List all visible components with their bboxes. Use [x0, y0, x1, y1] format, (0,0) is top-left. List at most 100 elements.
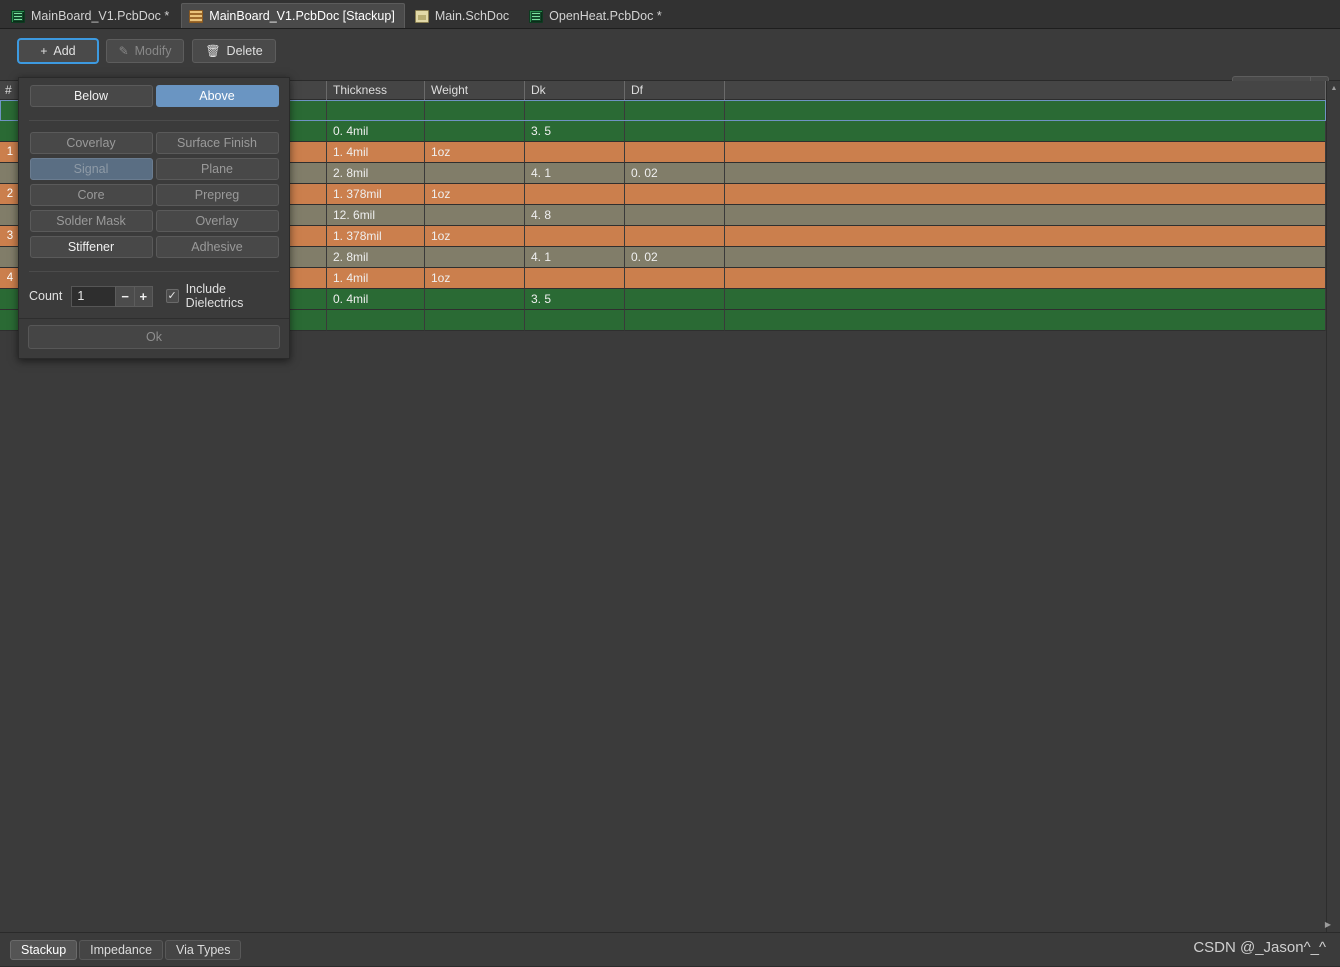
cell-thickness [327, 100, 425, 121]
layer-type-stiffener-button[interactable]: Stiffener [30, 236, 153, 258]
popup-layer-type-section: CoverlaySurface FinishSignalPlaneCorePre… [19, 125, 289, 265]
cell-thickness [327, 310, 425, 331]
cell-df [625, 310, 725, 331]
pcb-icon [529, 10, 543, 23]
cell-weight [425, 100, 525, 121]
add-button-label: Add [53, 44, 75, 58]
layer-type-adhesive-button[interactable]: Adhesive [156, 236, 279, 258]
cell-pad [725, 226, 1326, 247]
vertical-scrollbar[interactable]: ▲ [1326, 81, 1340, 932]
view-tab-stackup[interactable]: Stackup [10, 940, 77, 960]
column-header[interactable] [725, 81, 1326, 100]
cell-thickness: 0. 4mil [327, 289, 425, 310]
cell-weight: 1oz [425, 184, 525, 205]
layer-type-signal-button[interactable]: Signal [30, 158, 153, 180]
cell-dk [525, 310, 625, 331]
plus-icon: + [40, 45, 47, 57]
popup-count-row: Count − + ✓ Include Dielectrics [19, 276, 289, 318]
ok-button[interactable]: Ok [28, 325, 280, 349]
cell-pad [725, 121, 1326, 142]
count-increment-button[interactable]: + [134, 286, 153, 307]
pencil-icon: ✎ [119, 45, 129, 57]
include-dielectrics-label: Include Dielectrics [186, 282, 279, 310]
cell-df [625, 142, 725, 163]
column-header[interactable]: Weight [425, 81, 525, 100]
popup-position-section: Below Above [19, 78, 289, 114]
document-tab-label: OpenHeat.PcbDoc * [549, 9, 662, 23]
document-tab-label: MainBoard_V1.PcbDoc [Stackup] [209, 9, 395, 23]
add-layer-button[interactable]: + Add [18, 39, 98, 63]
column-header[interactable]: Thickness [327, 81, 425, 100]
cell-thickness: 1. 378mil [327, 184, 425, 205]
column-header[interactable]: Df [625, 81, 725, 100]
popup-ok-section: Ok [19, 318, 289, 358]
watermark-text: CSDN @_Jason^_^ [1193, 939, 1326, 956]
stackup-icon [189, 10, 203, 23]
layer-type-coverlay-button[interactable]: Coverlay [30, 132, 153, 154]
view-tab-group: StackupImpedanceVia Types [10, 940, 241, 960]
add-layer-popup: Below Above CoverlaySurface FinishSignal… [18, 77, 290, 359]
cell-weight [425, 163, 525, 184]
document-tab[interactable]: MainBoard_V1.PcbDoc [Stackup] [181, 3, 405, 28]
status-bar: ▶ StackupImpedanceVia Types CSDN @_Jason… [0, 932, 1340, 966]
popup-divider-1 [29, 120, 279, 121]
cell-pad [725, 289, 1326, 310]
cell-dk [525, 100, 625, 121]
cell-dk: 3. 5 [525, 289, 625, 310]
cell-weight [425, 205, 525, 226]
cell-pad [725, 163, 1326, 184]
layer-type-overlay-button[interactable]: Overlay [156, 210, 279, 232]
cell-df [625, 289, 725, 310]
cell-weight: 1oz [425, 142, 525, 163]
cell-pad [725, 247, 1326, 268]
cell-pad [725, 100, 1326, 121]
cell-weight [425, 247, 525, 268]
cell-thickness: 1. 4mil [327, 268, 425, 289]
layer-type-prepreg-button[interactable]: Prepreg [156, 184, 279, 206]
cell-weight: 1oz [425, 268, 525, 289]
document-tab-label: MainBoard_V1.PcbDoc * [31, 9, 169, 23]
cell-dk [525, 268, 625, 289]
document-tab-bar: MainBoard_V1.PcbDoc * MainBoard_V1.PcbDoc… [0, 0, 1340, 29]
cell-thickness: 0. 4mil [327, 121, 425, 142]
scroll-up-icon[interactable]: ▲ [1327, 81, 1340, 95]
cell-dk: 4. 1 [525, 163, 625, 184]
count-input[interactable] [71, 286, 115, 307]
cell-pad [725, 268, 1326, 289]
document-tab[interactable]: Main.SchDoc [407, 3, 519, 28]
checkmark-icon: ✓ [166, 289, 179, 303]
modify-layer-button[interactable]: ✎ Modify [106, 39, 184, 63]
layer-type-plane-button[interactable]: Plane [156, 158, 279, 180]
cell-pad [725, 142, 1326, 163]
document-tab[interactable]: OpenHeat.PcbDoc * [521, 3, 672, 28]
cell-pad [725, 184, 1326, 205]
add-position-below-button[interactable]: Below [30, 85, 153, 107]
add-position-above-button[interactable]: Above [156, 85, 279, 107]
scroll-right-icon-bottom[interactable]: ▶ [1325, 920, 1331, 929]
delete-layer-button[interactable]: 🗑 Delete [192, 39, 276, 63]
view-tab-impedance[interactable]: Impedance [79, 940, 163, 960]
cell-weight [425, 289, 525, 310]
layer-type-surface-finish-button[interactable]: Surface Finish [156, 132, 279, 154]
view-tab-via-types[interactable]: Via Types [165, 940, 241, 960]
cell-df [625, 121, 725, 142]
cell-thickness: 1. 378mil [327, 226, 425, 247]
modify-button-label: Modify [135, 44, 172, 58]
include-dielectrics-checkbox[interactable]: ✓ Include Dielectrics [166, 282, 279, 310]
schematic-icon [415, 10, 429, 23]
cell-thickness: 1. 4mil [327, 142, 425, 163]
cell-df: 0. 02 [625, 163, 725, 184]
layer-type-core-button[interactable]: Core [30, 184, 153, 206]
stackup-toolbar: + Add ✎ Modify 🗑 Delete Features ▼ [0, 29, 1340, 81]
cell-dk [525, 226, 625, 247]
document-tab[interactable]: MainBoard_V1.PcbDoc * [3, 3, 179, 28]
cell-thickness: 2. 8mil [327, 247, 425, 268]
trash-icon: 🗑 [205, 45, 220, 57]
cell-pad [725, 205, 1326, 226]
layer-type-solder-mask-button[interactable]: Solder Mask [30, 210, 153, 232]
cell-weight: 1oz [425, 226, 525, 247]
column-header[interactable]: Dk [525, 81, 625, 100]
cell-dk [525, 184, 625, 205]
count-decrement-button[interactable]: − [115, 286, 134, 307]
cell-df [625, 205, 725, 226]
